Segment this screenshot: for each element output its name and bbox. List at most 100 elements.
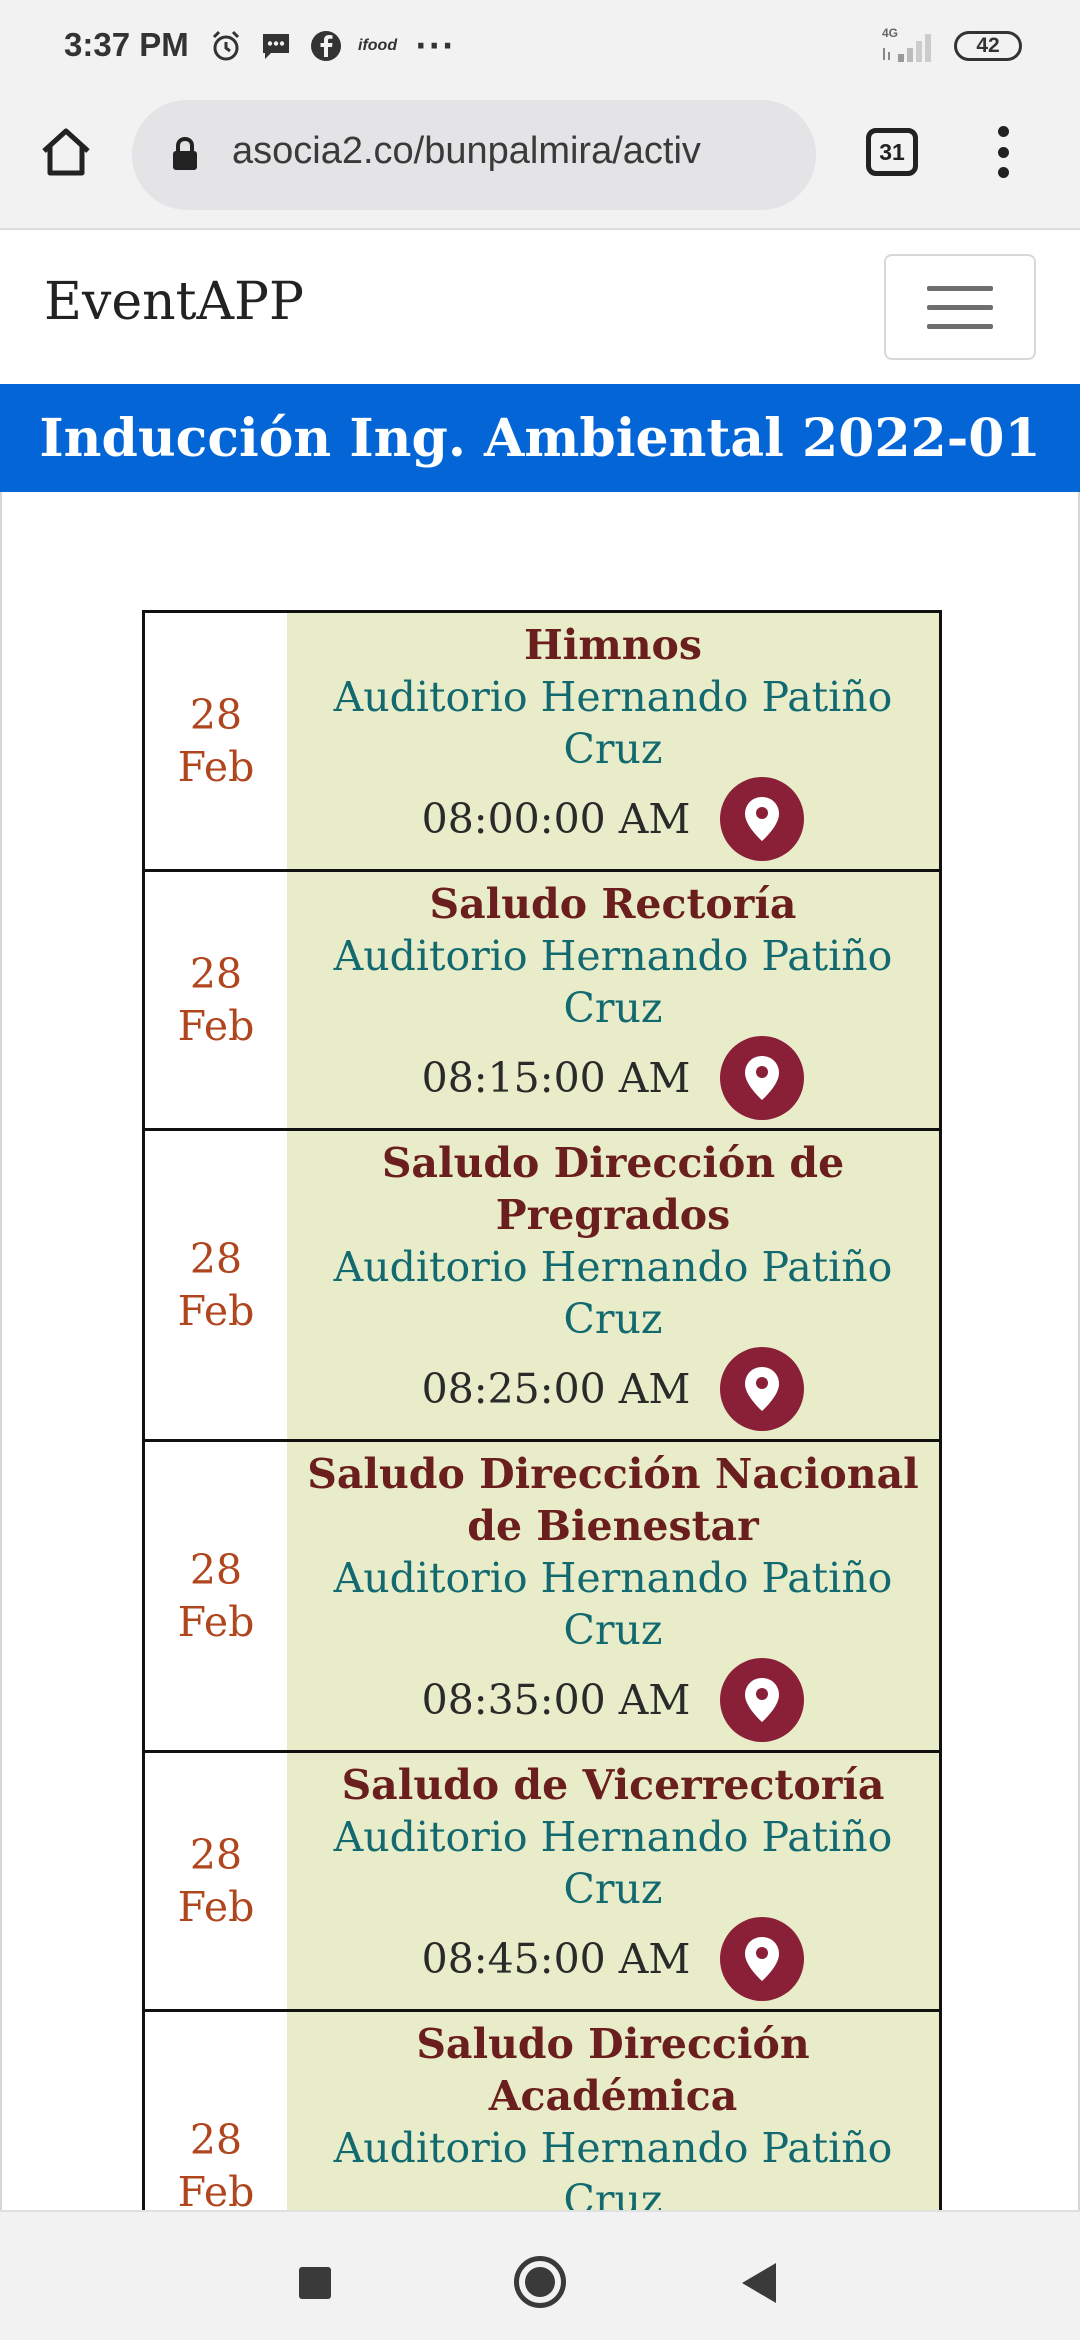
event-time: 08:15:00 AM	[421, 1054, 691, 1102]
more-notifications-icon: ···	[415, 28, 456, 64]
event-venue: Cruz	[563, 1295, 663, 1343]
event-date: 28 Feb	[145, 872, 287, 1128]
event-date: 28 Feb	[145, 1753, 287, 2009]
browser-menu-button[interactable]	[985, 122, 1021, 182]
system-navigation-bar	[0, 2210, 1080, 2340]
event-venue: Cruz	[563, 725, 663, 773]
event-month: Feb	[177, 743, 255, 791]
event-time-line: 08:35:00 AM	[295, 1656, 931, 1744]
battery-icon: 42	[954, 31, 1022, 61]
event-time-line: 08:00:00 AM	[295, 775, 931, 863]
notification-icons: ifood ···	[208, 28, 455, 64]
event-month: Feb	[177, 2168, 255, 2210]
network-type: 4G	[882, 26, 899, 40]
page-title: Inducción Ing. Ambiental 2022-01	[39, 407, 1041, 469]
lock-icon	[170, 136, 200, 176]
event-date: 28 Feb	[145, 613, 287, 869]
event-row: 28 Feb Saludo de Vicerrectoría Auditorio He…	[145, 1753, 939, 2012]
event-month: Feb	[177, 1002, 255, 1050]
map-pin-icon	[745, 1937, 780, 1981]
brand-logo[interactable]: EventAPP	[44, 272, 304, 332]
recent-apps-button[interactable]	[299, 2267, 331, 2299]
event-venue: Auditorio Hernando Patiño	[333, 1243, 893, 1291]
home-system-button[interactable]	[514, 2256, 566, 2308]
event-venue: Auditorio Hernando Patiño	[333, 1813, 893, 1861]
hamburger-line	[927, 304, 993, 310]
event-time: 08:35:00 AM	[421, 1676, 691, 1724]
event-title: Himnos	[524, 621, 702, 669]
event-title: Saludo Dirección Académica	[416, 2020, 810, 2120]
app-navbar: EventAPP	[0, 232, 1080, 384]
event-row: 28 Feb Saludo Dirección de Pregrados Auditor…	[145, 1131, 939, 1442]
home-icon	[42, 128, 90, 176]
map-pin-icon	[745, 1678, 780, 1722]
event-table: 28 Feb Himnos Auditorio Hernando Patiño Cruz…	[142, 610, 942, 2210]
main-content: 28 Feb Himnos Auditorio Hernando Patiño Cruz…	[0, 492, 1080, 2210]
event-venue: Auditorio Hernando Patiño	[333, 1554, 893, 1602]
event-info: Saludo Dirección de Pregrados Auditorio He…	[287, 1131, 939, 1439]
event-time-line: 08:15:00 AM	[295, 1034, 931, 1122]
alarm-icon	[208, 28, 244, 64]
event-month: Feb	[177, 1883, 255, 1931]
home-circle-icon	[525, 2267, 555, 2297]
menu-dot-icon	[997, 167, 1009, 178]
event-time: 08:25:00 AM	[421, 1365, 691, 1413]
event-time-line: 08:45:00 AM	[295, 1915, 931, 2003]
event-venue: Cruz	[563, 984, 663, 1032]
event-day: 28	[189, 950, 243, 998]
location-pin-button[interactable]	[720, 1917, 805, 2001]
back-button[interactable]	[742, 2263, 776, 2303]
map-pin-icon	[745, 1056, 780, 1100]
event-time-line: 08:25:00 AM	[295, 1345, 931, 1433]
event-title: Saludo Dirección Nacional	[307, 1450, 919, 1498]
event-venue: Auditorio Hernando Patiño	[333, 673, 893, 721]
event-date: 28 Feb	[145, 1442, 287, 1750]
menu-dot-icon	[997, 126, 1009, 137]
event-info: Saludo Dirección Nacional de Bienestar Aud…	[287, 1442, 939, 1750]
system-indicators: 4G 42	[880, 26, 1022, 64]
event-row: 28 Feb Saludo Rectoría Auditorio Hernando P…	[145, 872, 939, 1131]
event-title: Saludo Dirección de	[381, 1139, 845, 1187]
event-time: 08:45:00 AM	[421, 1935, 691, 1983]
event-venue: Auditorio Hernando Patiño	[333, 932, 893, 980]
event-info: Saludo de Vicerrectoría Auditorio Hernand…	[287, 1753, 939, 2009]
event-day: 28	[189, 1235, 243, 1283]
event-day: 28	[189, 1546, 243, 1594]
event-row: 28 Feb Saludo Dirección Académica Auditorio…	[145, 2012, 939, 2210]
event-title: Saludo Rectoría	[429, 880, 797, 928]
url-text[interactable]: asocia2.co/bunpalmira/activ	[232, 130, 812, 173]
browser-toolbar: asocia2.co/bunpalmira/activ 31	[0, 92, 1080, 230]
status-bar: 3:37 PM ifood ··· 4G 42	[0, 0, 1080, 92]
location-pin-button[interactable]	[720, 1036, 805, 1120]
map-pin-icon	[745, 1367, 780, 1411]
facebook-icon	[308, 28, 344, 64]
event-title: de Bienestar	[467, 1502, 759, 1550]
event-month: Feb	[177, 1287, 255, 1335]
map-pin-icon	[745, 797, 780, 841]
ifood-icon: ifood	[358, 37, 398, 54]
event-venue: Cruz	[563, 1865, 663, 1913]
event-day: 28	[189, 2116, 243, 2164]
signal-icon: 4G	[880, 26, 940, 64]
location-pin-button[interactable]	[720, 777, 805, 861]
tab-switcher-button[interactable]: 31	[866, 128, 918, 176]
event-venue: Cruz	[563, 1606, 663, 1654]
event-info: Saludo Rectoría Auditorio Hernando Patiño…	[287, 872, 939, 1128]
status-time: 3:37 PM	[64, 26, 189, 63]
event-date: 28 Feb	[145, 2012, 287, 2210]
location-pin-button[interactable]	[720, 1658, 805, 1742]
menu-dot-icon	[997, 146, 1009, 158]
event-day: 28	[189, 1831, 243, 1879]
hamburger-line	[927, 285, 993, 291]
event-info: Saludo Dirección Académica Auditorio Hern…	[287, 2012, 939, 2210]
address-bar[interactable]: asocia2.co/bunpalmira/activ	[132, 100, 816, 210]
page-title-banner: Inducción Ing. Ambiental 2022-01	[0, 384, 1080, 492]
event-title: Pregrados	[495, 1191, 731, 1239]
location-pin-button[interactable]	[720, 1347, 805, 1431]
home-button[interactable]	[36, 122, 96, 182]
event-day: 28	[189, 691, 243, 739]
navbar-toggler-button[interactable]	[884, 254, 1036, 360]
event-row: 28 Feb Saludo Dirección Nacional de Bienest…	[145, 1442, 939, 1753]
event-month: Feb	[177, 1598, 255, 1646]
event-venue: Auditorio Hernando Patiño	[333, 2124, 893, 2172]
